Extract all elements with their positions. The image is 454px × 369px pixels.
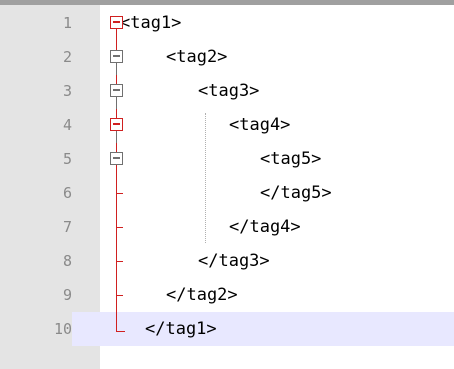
fold-end-tick (116, 295, 123, 297)
code-line-2[interactable]: 2 <tag2> (0, 40, 454, 74)
line-number: 9 (62, 286, 72, 304)
code-line-5[interactable]: 5 <tag5> (0, 142, 454, 176)
code-text[interactable]: <tag4> (229, 108, 290, 142)
line-number: 5 (62, 150, 72, 168)
line-number: 7 (62, 218, 72, 236)
code-line-7[interactable]: 7 </tag4> (0, 210, 454, 244)
code-text[interactable]: </tag4> (229, 210, 301, 244)
fold-collapse-icon[interactable] (110, 84, 123, 97)
line-number: 10 (0, 312, 72, 346)
code-text[interactable]: </tag2> (166, 278, 238, 312)
code-line-9[interactable]: 9 </tag2> (0, 278, 454, 312)
code-line-6[interactable]: 6 </tag5> (0, 176, 454, 210)
code-text[interactable]: <tag5> (260, 142, 321, 176)
fold-collapse-icon[interactable] (110, 16, 123, 29)
line-number: 6 (62, 184, 72, 202)
fold-collapse-icon[interactable] (110, 152, 123, 165)
fold-end-tick (116, 331, 125, 333)
fold-end-tick (116, 227, 123, 229)
code-line-10[interactable]: 10 </tag1> (0, 312, 454, 346)
fold-tree-line-inner (116, 131, 118, 143)
code-text[interactable]: </tag1> (145, 312, 217, 346)
fold-collapse-icon[interactable] (110, 50, 123, 63)
code-text[interactable]: <tag1> (120, 6, 181, 40)
code-text[interactable]: <tag2> (166, 40, 227, 74)
code-line-8[interactable]: 8 </tag3> (0, 244, 454, 278)
fold-end-tick (116, 193, 123, 195)
fold-end-tick (116, 261, 123, 263)
code-line-3[interactable]: 3 <tag3> (0, 74, 454, 108)
line-number: 8 (62, 252, 72, 270)
line-number: 1 (62, 14, 72, 32)
line-number: 3 (62, 82, 72, 100)
fold-tree-line-inner (116, 63, 118, 75)
code-text[interactable]: </tag3> (198, 244, 270, 278)
fold-tree-line-inner (116, 97, 118, 109)
indent-guide (205, 113, 206, 243)
fold-collapse-icon[interactable] (110, 118, 123, 131)
code-line-1[interactable]: 1 <tag1> (0, 6, 454, 40)
code-text[interactable]: <tag3> (198, 74, 259, 108)
code-line-4[interactable]: 4 <tag4> (0, 108, 454, 142)
code-text[interactable]: </tag5> (260, 176, 332, 210)
line-number: 4 (62, 116, 72, 134)
line-number: 2 (62, 48, 72, 66)
code-editor[interactable]: 1 <tag1> 2 <tag2> 3 <tag3> 4 <tag4> 5 <t… (0, 0, 454, 369)
